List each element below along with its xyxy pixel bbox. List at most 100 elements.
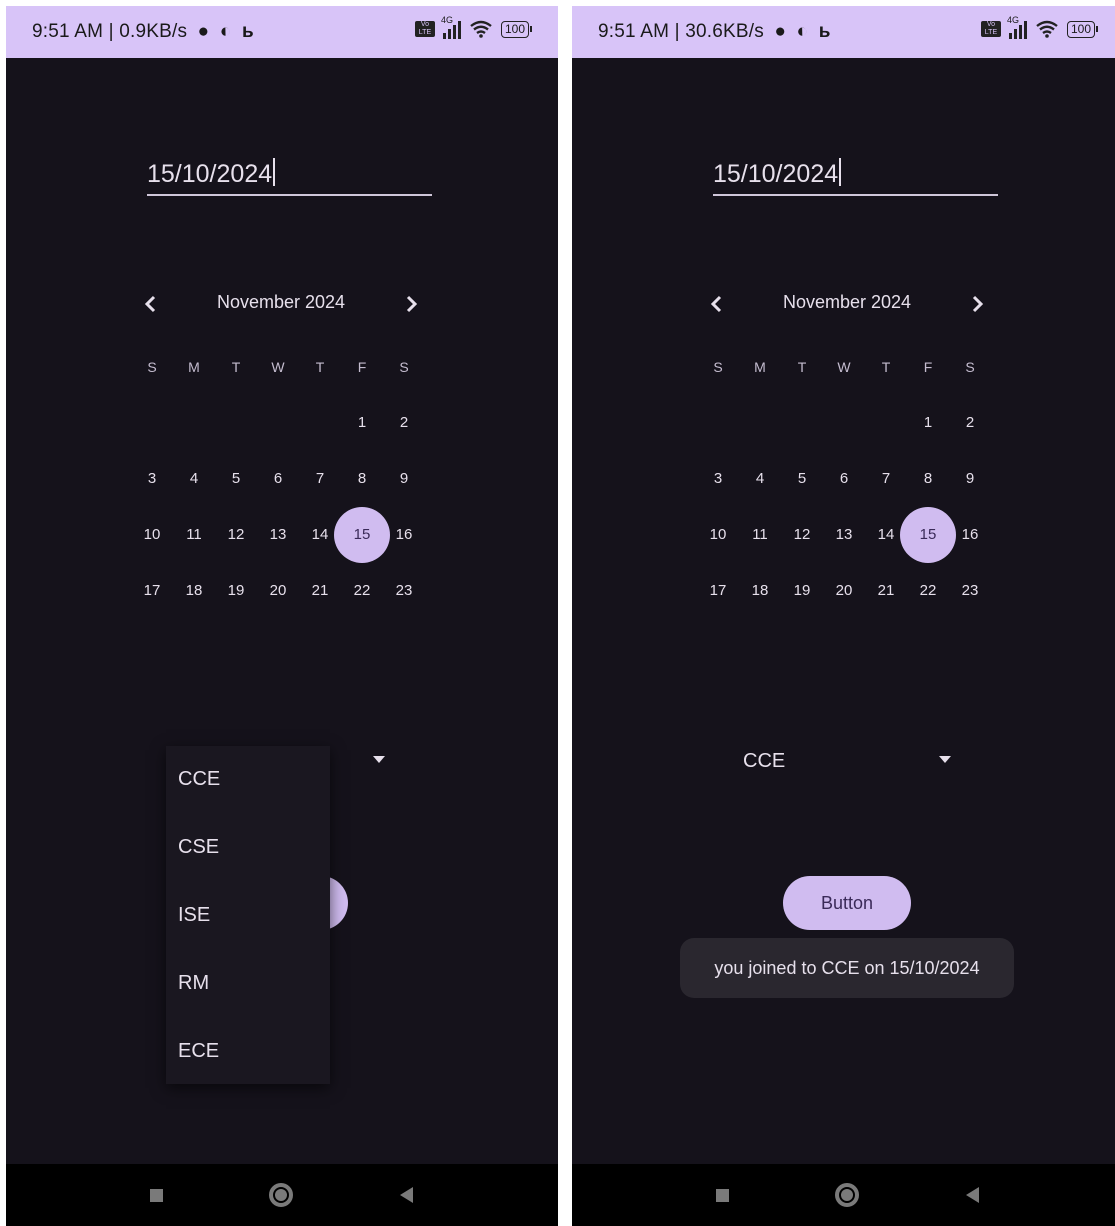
back-icon[interactable] (400, 1187, 413, 1203)
dropdown-option[interactable]: ISE (166, 882, 330, 950)
calendar-day-selected[interactable]: 15 (900, 507, 956, 563)
calendar-day[interactable]: 11 (739, 514, 781, 556)
volte-icon: Vo LTE (980, 21, 1001, 37)
recents-icon[interactable] (716, 1189, 729, 1202)
calendar-day[interactable]: 5 (781, 458, 823, 500)
status-bar: 9:51 AM | 30.6KB/s ● ◐ ь Vo LTE 4G 100 (572, 6, 1115, 58)
calendar-day[interactable]: 10 (697, 514, 739, 556)
calendar-day[interactable]: 22 (341, 570, 383, 612)
calendar-day[interactable]: 1 (907, 402, 949, 444)
dropdown-option[interactable]: ECE (166, 1018, 330, 1086)
navigation-bar (6, 1164, 558, 1226)
weekday-label: M (188, 359, 200, 375)
department-spinner[interactable]: CCE (743, 738, 963, 786)
calendar-day[interactable]: 19 (781, 570, 823, 612)
dropdown-option[interactable]: RM (166, 950, 330, 1018)
network-speed: 0.9KB/s (119, 21, 188, 42)
calendar-day[interactable]: 8 (907, 458, 949, 500)
dropdown-arrow-icon[interactable] (939, 756, 951, 763)
dropdown-option[interactable]: CSE (166, 814, 330, 882)
calendar: November 2024 S M T W T F S 1 2 3 4 5 6 7 8 9 10 11 12 13 14… (131, 284, 431, 624)
weekday-label: W (837, 359, 851, 375)
home-icon[interactable] (835, 1183, 859, 1207)
calendar-day[interactable]: 17 (131, 570, 173, 612)
calendar-day[interactable]: 8 (341, 458, 383, 500)
calendar-day[interactable]: 11 (173, 514, 215, 556)
calendar-day[interactable]: 16 (949, 514, 991, 556)
chevron-right-icon[interactable] (395, 288, 427, 320)
date-input-value: 15/10/2024 (713, 160, 839, 188)
weekday-label: S (965, 359, 975, 375)
calendar-day[interactable]: 3 (697, 458, 739, 500)
calendar-day[interactable]: 4 (173, 458, 215, 500)
calendar-day[interactable]: 2 (949, 402, 991, 444)
weekday-label: T (797, 359, 807, 375)
calendar-day[interactable]: 23 (383, 570, 425, 612)
calendar-week-row: 17 18 19 20 21 22 23 (131, 570, 431, 614)
calendar-day[interactable]: 5 (215, 458, 257, 500)
weekday-label: S (713, 359, 723, 375)
chevron-right-icon[interactable] (961, 288, 993, 320)
calendar-day[interactable]: 21 (865, 570, 907, 612)
calendar-week-row: 12 (697, 402, 997, 446)
calendar-day[interactable]: 4 (739, 458, 781, 500)
weekday-label: T (881, 359, 891, 375)
b-app-icon: ь (818, 21, 831, 42)
calendar-day[interactable]: 12 (215, 514, 257, 556)
toast-message: you joined to CCE on 15/10/2024 (680, 938, 1014, 998)
recents-icon[interactable] (150, 1189, 163, 1202)
battery-level: 100 (500, 20, 529, 38)
calendar-day[interactable]: 21 (299, 570, 341, 612)
calendar-day[interactable]: 2 (383, 402, 425, 444)
dropdown-option[interactable]: CCE (166, 746, 330, 814)
calendar-day[interactable]: 18 (739, 570, 781, 612)
calendar-weekday-row: SMTWTFS (131, 346, 431, 390)
calendar-day[interactable]: 18 (173, 570, 215, 612)
calendar-day[interactable]: 6 (257, 458, 299, 500)
date-input[interactable]: 15/10/2024 (713, 156, 998, 196)
calendar-day[interactable]: 1 (341, 402, 383, 444)
calendar-day-selected[interactable]: 15 (334, 507, 390, 563)
chat-bubble-icon: ● (197, 21, 210, 42)
calendar-day[interactable]: 10 (131, 514, 173, 556)
calendar-day[interactable]: 16 (383, 514, 425, 556)
weekday-label: T (231, 359, 241, 375)
battery-icon: 100 (1066, 20, 1098, 38)
calendar-day[interactable]: 13 (257, 514, 299, 556)
weekday-label: M (754, 359, 766, 375)
network-speed: 30.6KB/s (685, 21, 764, 42)
weekday-label: T (315, 359, 325, 375)
date-input[interactable]: 15/10/2024 (147, 156, 432, 196)
calendar-week-row: 10 11 12 13 14 15 16 (131, 507, 431, 563)
calendar-day[interactable]: 17 (697, 570, 739, 612)
weekday-label: F (357, 359, 367, 375)
battery-level: 100 (1066, 20, 1095, 38)
weekday-label: W (271, 359, 285, 375)
calendar-day[interactable]: 3 (131, 458, 173, 500)
calendar-day[interactable]: 12 (781, 514, 823, 556)
calendar-day[interactable]: 23 (949, 570, 991, 612)
calendar-day[interactable]: 6 (823, 458, 865, 500)
phone-screen-right: 9:51 AM | 30.6KB/s ● ◐ ь Vo LTE 4G 100 1… (572, 6, 1115, 1226)
calendar-day[interactable]: 7 (299, 458, 341, 500)
dropdown-arrow-icon[interactable] (373, 756, 385, 763)
home-icon[interactable] (269, 1183, 293, 1207)
calendar-day[interactable]: 20 (257, 570, 299, 612)
date-input-value: 15/10/2024 (147, 160, 273, 188)
calendar-day[interactable]: 9 (949, 458, 991, 500)
calendar-day[interactable]: 9 (383, 458, 425, 500)
calendar-week-row: 3456789 (131, 458, 431, 502)
weekday-label: S (399, 359, 409, 375)
calendar-day[interactable]: 20 (823, 570, 865, 612)
text-cursor (839, 158, 842, 186)
calendar-day[interactable]: 7 (865, 458, 907, 500)
calendar-week-row: 10 11 12 13 14 15 16 (697, 507, 997, 563)
back-icon[interactable] (966, 1187, 979, 1203)
calendar-day[interactable]: 19 (215, 570, 257, 612)
status-time: 9:51 AM (32, 21, 104, 42)
calendar-day[interactable]: 13 (823, 514, 865, 556)
calendar-day[interactable]: 22 (907, 570, 949, 612)
volte-icon: Vo LTE (414, 21, 435, 37)
submit-button[interactable]: Button (783, 876, 911, 930)
dropdown-menu: CCE CSE ISE RM ECE (166, 746, 330, 1084)
